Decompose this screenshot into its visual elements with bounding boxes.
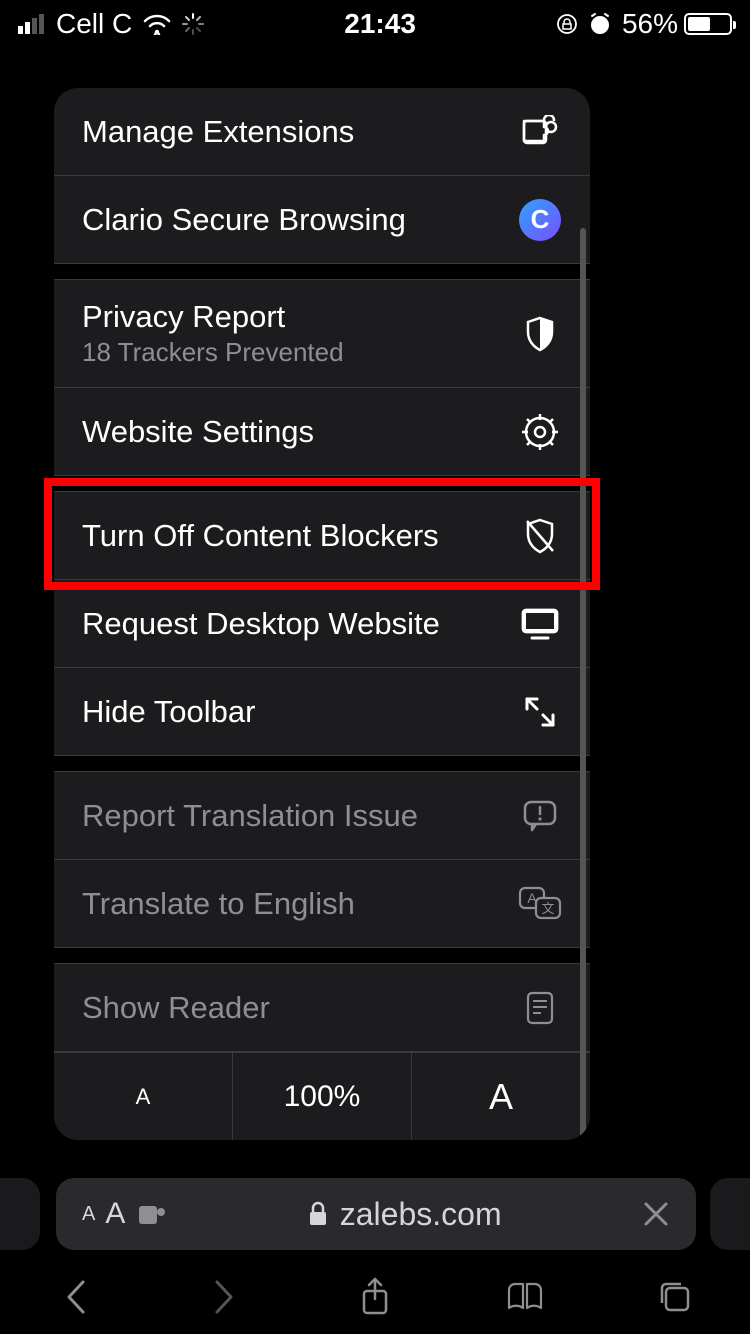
report-translation-label: Report Translation Issue — [82, 798, 418, 834]
hide-toolbar-label: Hide Toolbar — [82, 694, 255, 730]
menu-request-desktop[interactable]: Request Desktop Website — [54, 580, 590, 668]
battery-pct: 56% — [622, 8, 678, 40]
domain-label: zalebs.com — [340, 1196, 502, 1233]
menu-show-reader[interactable]: Show Reader — [54, 964, 590, 1052]
expand-icon — [518, 690, 562, 734]
website-settings-label: Website Settings — [82, 414, 314, 450]
shield-off-icon — [518, 514, 562, 558]
back-button[interactable] — [53, 1275, 97, 1319]
carrier-label: Cell C — [56, 8, 132, 40]
status-right: 56% — [556, 8, 732, 40]
reader-icon — [518, 986, 562, 1030]
menu-content-blockers[interactable]: Turn Off Content Blockers — [54, 492, 590, 580]
status-bar: Cell C 21:43 56% — [0, 0, 750, 44]
menu-privacy-report[interactable]: Privacy Report 18 Trackers Prevented — [54, 280, 590, 388]
lock-icon — [308, 1201, 328, 1227]
request-desktop-label: Request Desktop Website — [82, 606, 440, 642]
prev-tab-peek[interactable] — [0, 1178, 40, 1250]
forward-button[interactable] — [203, 1275, 247, 1319]
text-size-large: A — [105, 1197, 125, 1231]
privacy-report-sublabel: 18 Trackers Prevented — [82, 337, 344, 368]
status-left: Cell C — [18, 8, 204, 40]
menu-hide-toolbar[interactable]: Hide Toolbar — [54, 668, 590, 756]
share-button[interactable] — [353, 1275, 397, 1319]
aa-menu-popup: Manage Extensions Clario Secure Browsing… — [54, 88, 590, 1140]
tabs-button[interactable] — [653, 1275, 697, 1319]
shield-icon — [518, 312, 562, 356]
zoom-level-label[interactable]: 100% — [233, 1053, 412, 1140]
zoom-in-button[interactable]: A — [412, 1053, 590, 1140]
menu-translate[interactable]: Translate to English A文 — [54, 860, 590, 948]
wifi-icon — [142, 13, 172, 35]
menu-report-translation[interactable]: Report Translation Issue — [54, 772, 590, 860]
desktop-icon — [518, 602, 562, 646]
battery-icon — [684, 13, 732, 35]
bottom-toolbar — [0, 1260, 750, 1334]
manage-extensions-label: Manage Extensions — [82, 114, 354, 150]
translate-label: Translate to English — [82, 886, 355, 922]
zoom-out-button[interactable]: A — [54, 1053, 233, 1140]
show-reader-label: Show Reader — [82, 990, 270, 1026]
content-blockers-label: Turn Off Content Blockers — [82, 518, 439, 554]
alarm-icon — [588, 12, 612, 36]
menu-manage-extensions[interactable]: Manage Extensions — [54, 88, 590, 176]
menu-clario[interactable]: Clario Secure Browsing C — [54, 176, 590, 264]
gear-icon — [518, 410, 562, 454]
scrollbar[interactable] — [580, 228, 586, 1140]
url-bar[interactable]: AA zalebs.com — [56, 1178, 696, 1250]
zoom-row: A 100% A — [54, 1052, 590, 1140]
extensions-puzzle-icon[interactable] — [137, 1200, 167, 1228]
stop-reload-icon[interactable] — [642, 1200, 670, 1228]
puzzle-icon — [518, 110, 562, 154]
text-size-small: A — [82, 1203, 95, 1226]
bookmarks-button[interactable] — [503, 1275, 547, 1319]
translate-icon: A文 — [518, 882, 562, 926]
clario-icon: C — [518, 198, 562, 242]
privacy-report-label: Privacy Report — [82, 299, 344, 335]
orientation-lock-icon — [556, 13, 578, 35]
menu-website-settings[interactable]: Website Settings — [54, 388, 590, 476]
loading-icon — [182, 13, 204, 35]
svg-text:文: 文 — [541, 901, 554, 916]
clario-label: Clario Secure Browsing — [82, 202, 406, 238]
report-bubble-icon — [518, 794, 562, 838]
status-time: 21:43 — [344, 8, 416, 40]
signal-icon — [18, 14, 46, 34]
next-tab-peek[interactable] — [710, 1178, 750, 1250]
